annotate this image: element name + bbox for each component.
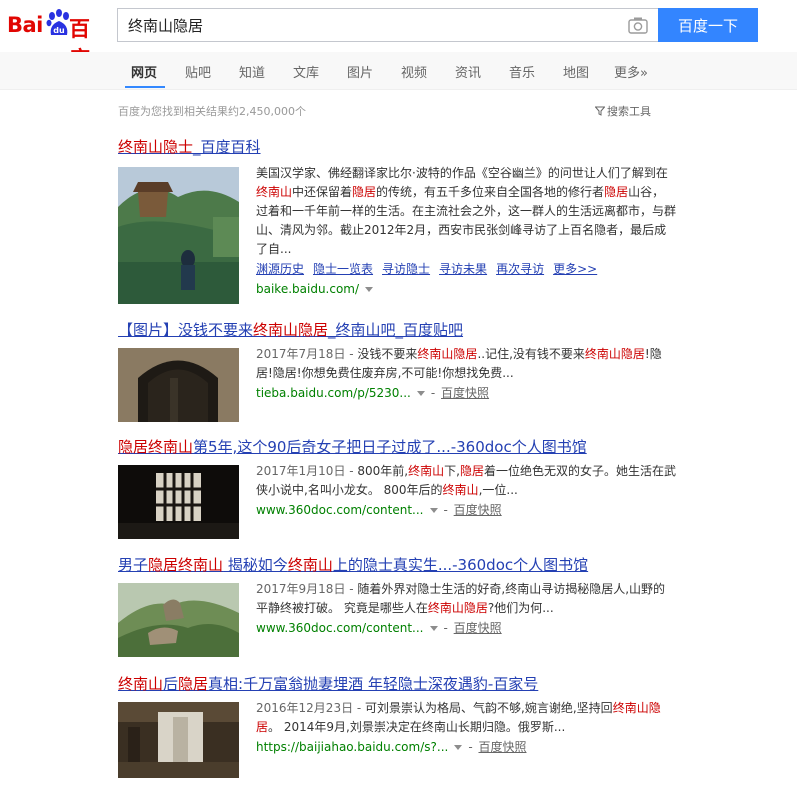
result-title[interactable]: 男子隐居终南山 揭秘如今终南山上的隐士真实生...-360doc个人图书馆 [118,555,678,575]
active-tab-indicator [125,86,165,88]
search-result: 【图片】没钱不要来终南山隐居_终南山吧_百度贴吧 2017年7月18日 - 没钱… [118,320,678,422]
camera-icon[interactable] [628,16,648,34]
result-thumbnail[interactable] [118,702,239,778]
snapshot-link[interactable]: 百度快照 [441,386,489,400]
search-result: 终南山隐士_百度百科 美国汉学家、佛经翻译家比尔·波特的作品《空谷幽兰》的问世让… [118,137,678,304]
result-url: www.360doc.com/content... - 百度快照 [256,621,502,635]
result-abstract: 2017年1月10日 - 800年前,终南山下,隐居着一位绝色无双的女子。她生活… [256,462,676,520]
sub-link[interactable]: 寻访未果 [439,262,487,276]
result-url: www.360doc.com/content... - 百度快照 [256,503,502,517]
dropdown-arrow-icon[interactable] [429,508,438,513]
tab-map[interactable]: 地图 [563,62,589,81]
tab-video[interactable]: 视频 [401,62,427,81]
tab-wenku[interactable]: 文库 [293,62,319,81]
result-title[interactable]: 隐居终南山第5年,这个90后奇女子把日子过成了...-360doc个人图书馆 [118,437,678,457]
result-title[interactable]: 【图片】没钱不要来终南山隐居_终南山吧_百度贴吧 [118,320,678,340]
result-title[interactable]: 终南山隐士_百度百科 [118,137,678,157]
result-url: https://baijiahao.baidu.com/s?... - 百度快照 [256,740,527,754]
sub-link[interactable]: 隐士一览表 [313,262,373,276]
result-abstract: 2017年9月18日 - 随着外界对隐士生活的好奇,终南山寻访揭秘隐居人,山野的… [256,580,676,638]
search-tools-button[interactable]: 搜索工具 [595,103,651,119]
result-thumbnail[interactable] [118,167,239,304]
logo-bai-text: Bai [7,13,43,37]
dropdown-arrow-icon[interactable] [365,287,374,292]
snapshot-link[interactable]: 百度快照 [454,503,502,517]
tab-music[interactable]: 音乐 [509,62,535,81]
result-sub-links: 渊源历史 隐士一览表 寻访隐士 寻访未果 再次寻访 更多>> [256,259,676,279]
tab-zhidao[interactable]: 知道 [239,62,265,81]
cave-image [118,348,239,422]
tab-tieba[interactable]: 贴吧 [185,62,211,81]
search-input[interactable] [118,9,618,41]
result-abstract: 美国汉学家、佛经翻译家比尔·波特的作品《空谷幽兰》的问世让人们了解到在终南山中还… [256,164,676,299]
result-url: baike.baidu.com/ [256,279,676,299]
result-thumbnail[interactable] [118,348,239,422]
result-url: tieba.baidu.com/p/5230... - 百度快照 [256,386,490,400]
logo-du-text: du [53,26,65,35]
tab-more[interactable]: 更多» [614,62,648,81]
sub-link[interactable]: 渊源历史 [256,262,304,276]
sub-link-more[interactable]: 更多>> [553,262,597,276]
search-result: 男子隐居终南山 揭秘如今终南山上的隐士真实生...-360doc个人图书馆 20… [118,555,678,657]
snapshot-link[interactable]: 百度快照 [478,740,526,754]
search-button[interactable]: 百度一下 [658,8,758,42]
hut-interior-image [118,702,239,778]
search-box [117,8,658,42]
result-thumbnail[interactable] [118,583,239,657]
result-title[interactable]: 终南山后隐居真相:千万富翁抛妻埋酒 年轻隐士深夜遇豹-百家号 [118,674,678,694]
search-result: 隐居终南山第5年,这个90后奇女子把日子过成了...-360doc个人图书馆 2… [118,437,678,539]
sub-link[interactable]: 寻访隐士 [382,262,430,276]
window-image [118,465,239,539]
snapshot-link[interactable]: 百度快照 [454,621,502,635]
tab-images[interactable]: 图片 [347,62,373,81]
search-result: 终南山后隐居真相:千万富翁抛妻埋酒 年轻隐士深夜遇豹-百家号 2016年12月2… [118,674,678,778]
dropdown-arrow-icon[interactable] [429,626,438,631]
result-count: 百度为您找到相关结果约2,450,000个 [118,105,306,118]
search-tools-label: 搜索工具 [607,105,651,118]
tab-news[interactable]: 资讯 [455,62,481,81]
result-thumbnail[interactable] [118,465,239,539]
mountain-ridge-image [118,583,239,657]
baidu-logo[interactable]: Bai du 百度 [7,9,109,71]
result-abstract: 2016年12月23日 - 可刘景崇认为格局、气韵不够,婉言谢绝,坚持回终南山隐… [256,699,676,757]
dropdown-arrow-icon[interactable] [454,745,463,750]
header: Bai du 百度 百度一下 [0,0,797,71]
tab-bar: 网页 贴吧 知道 文库 图片 视频 资讯 音乐 地图 更多» [0,52,797,90]
tab-web[interactable]: 网页 [131,62,157,81]
mountain-hermit-image [118,167,239,304]
sub-link[interactable]: 再次寻访 [496,262,544,276]
dropdown-arrow-icon[interactable] [416,391,425,396]
filter-icon [595,106,605,116]
result-abstract: 2017年7月18日 - 没钱不要来终南山隐居..记住,没有钱不要来终南山隐居!… [256,345,676,403]
